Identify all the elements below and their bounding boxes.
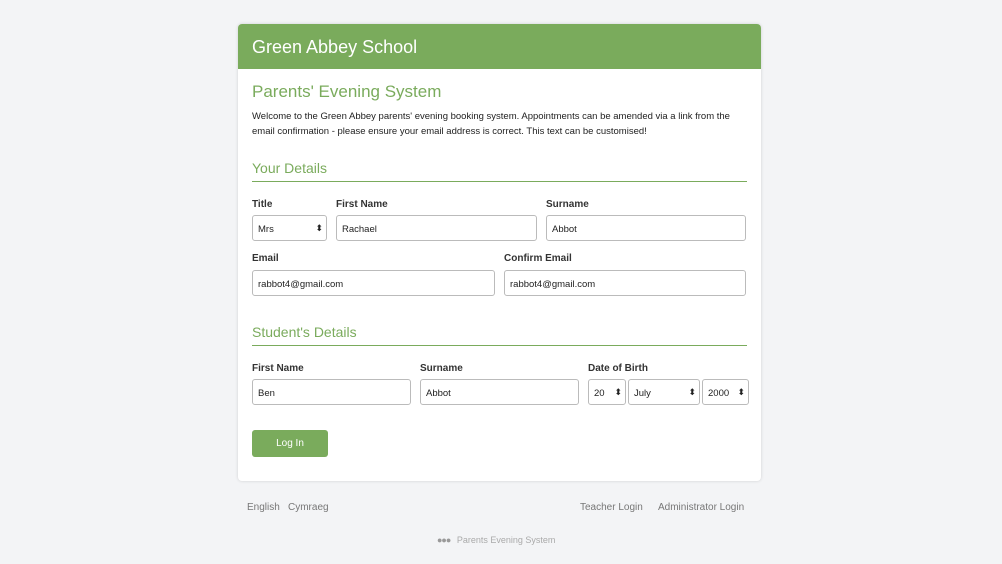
first-name-label: First Name [336, 199, 388, 210]
confirm-email-input[interactable]: rabbot4@gmail.com [504, 270, 746, 296]
title-label: Title [252, 199, 273, 210]
footer-brand: ●●● Parents Evening System [437, 535, 555, 545]
student-surname-label: Surname [420, 363, 463, 374]
dob-label: Date of Birth [588, 363, 648, 374]
student-details-heading: Student's Details [252, 324, 747, 346]
dob-month-select[interactable]: July [628, 379, 700, 405]
student-surname-input[interactable]: Abbot [420, 379, 579, 405]
brand-text: Parents Evening System [456, 535, 556, 545]
first-name-input[interactable]: Rachael [336, 215, 537, 241]
intro-text: Welcome to the Green Abbey parents' even… [252, 111, 730, 137]
student-first-name-label: First Name [252, 363, 304, 374]
log-in-button[interactable]: Log In [252, 430, 328, 457]
surname-label: Surname [546, 199, 589, 210]
confirm-email-label: Confirm Email [504, 253, 572, 264]
teacher-login-link[interactable]: Teacher Login [580, 502, 643, 513]
cymraeg-link[interactable]: Cymraeg [288, 502, 329, 513]
email-input[interactable]: rabbot4@gmail.com [252, 270, 495, 296]
dob-year-select[interactable]: 2000 [702, 379, 749, 405]
school-header: Green Abbey School [238, 24, 761, 69]
dob-day-select[interactable]: 20 [588, 379, 626, 405]
surname-input[interactable]: Abbot [546, 215, 746, 241]
page-title: Parents' Evening System [252, 82, 442, 101]
english-link[interactable]: English [247, 502, 280, 513]
email-label: Email [252, 253, 279, 264]
booking-card: Green Abbey School Parents' Evening Syst… [238, 24, 761, 481]
title-select[interactable]: Mrs [252, 215, 327, 241]
administrator-login-link[interactable]: Administrator Login [658, 502, 744, 513]
student-first-name-input[interactable]: Ben [252, 379, 411, 405]
your-details-heading: Your Details [252, 160, 747, 182]
people-icon: ●●● [437, 535, 451, 545]
